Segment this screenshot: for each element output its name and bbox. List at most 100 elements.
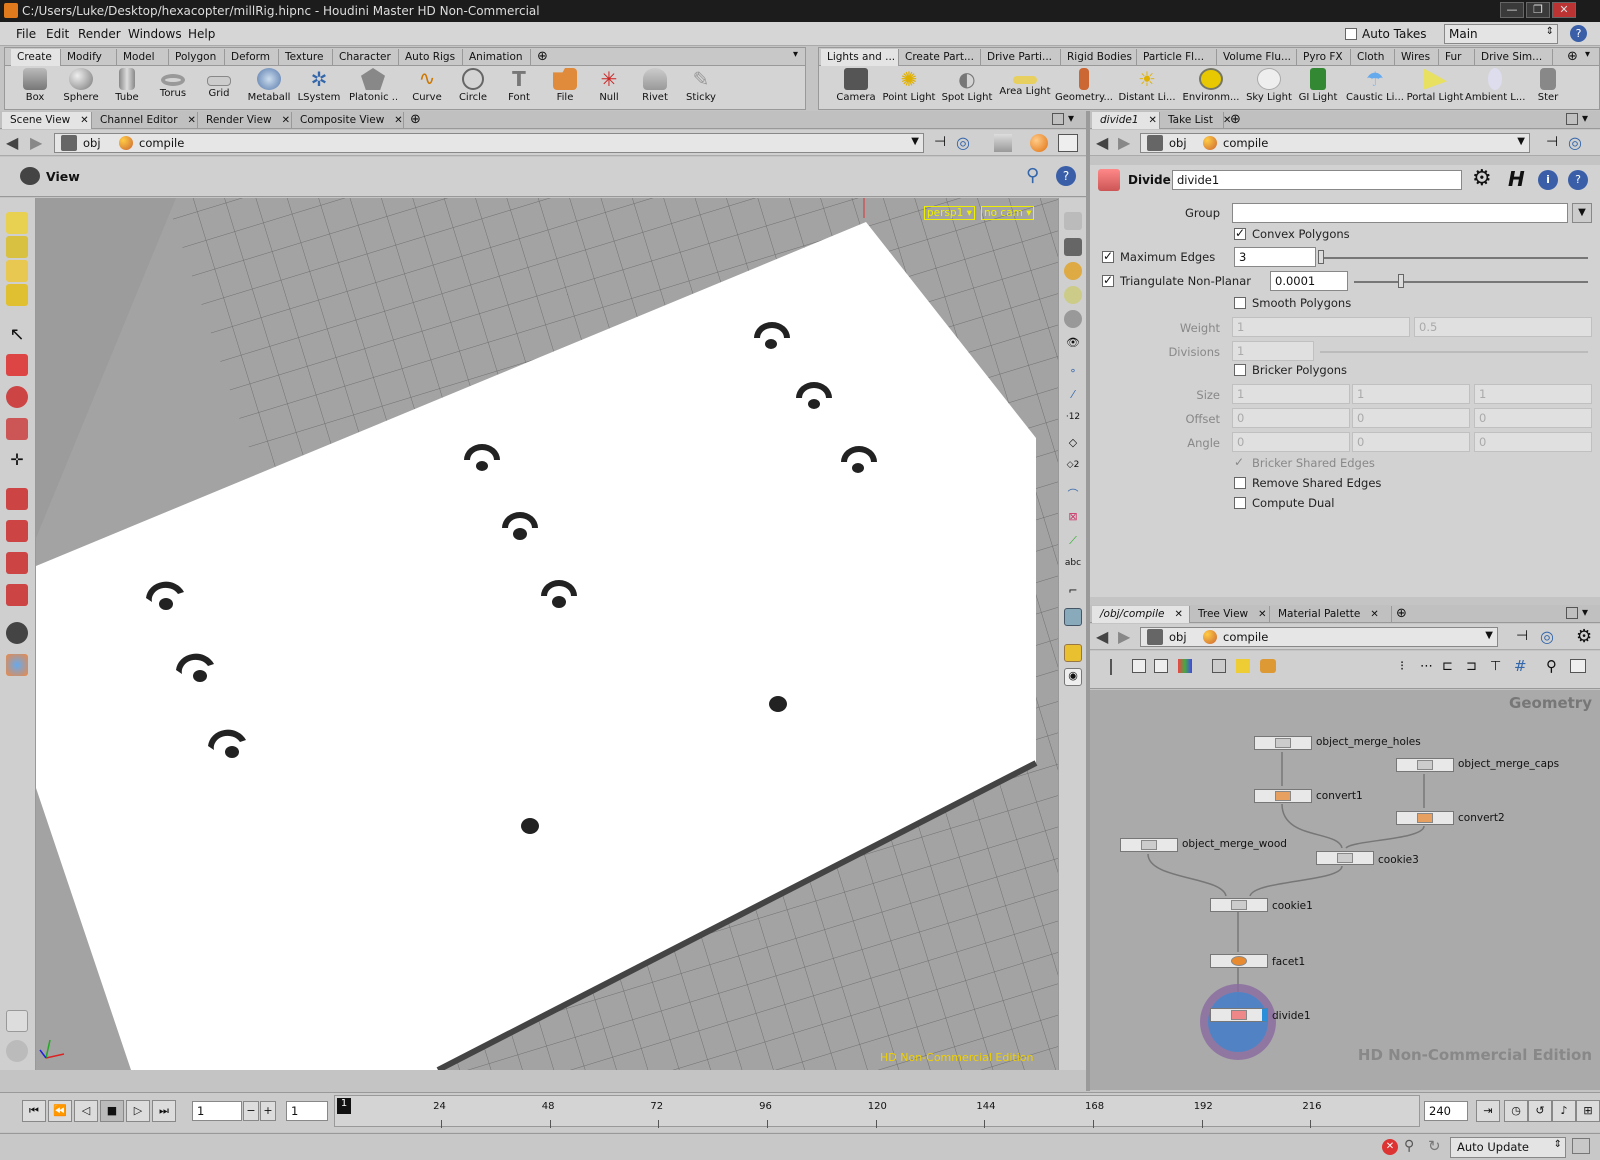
- list-icon[interactable]: [1132, 659, 1146, 673]
- menu-edit[interactable]: Edit: [46, 27, 69, 41]
- maximize-pane-icon[interactable]: [1052, 113, 1064, 125]
- tool-stereo-camera[interactable]: Ster: [1531, 68, 1565, 110]
- tool-sticky[interactable]: ✎ Sticky: [677, 68, 725, 110]
- grid-icon[interactable]: #: [1514, 657, 1527, 675]
- triangulate-slider[interactable]: [1354, 281, 1588, 283]
- shelf-tab-animation[interactable]: Animation: [463, 49, 531, 66]
- tool-point-light[interactable]: ✺ Point Light: [881, 68, 937, 110]
- back-arrow-icon[interactable]: ◀: [1096, 627, 1108, 646]
- select-prims-icon[interactable]: [6, 260, 28, 282]
- path-crumb-compile[interactable]: compile: [1223, 630, 1268, 644]
- audio-button[interactable]: ♪: [1552, 1100, 1576, 1122]
- param-path-field[interactable]: obj compile ▼: [1140, 133, 1530, 153]
- tool-curve[interactable]: ∿ Curve: [403, 68, 451, 110]
- display-options-icon[interactable]: [1064, 212, 1082, 230]
- shading-icon[interactable]: [994, 134, 1012, 152]
- shelf-tab-polygon[interactable]: Polygon: [169, 49, 225, 66]
- shelf-tab-drive-particles[interactable]: Drive Parti...: [981, 49, 1061, 66]
- menu-help[interactable]: Help: [188, 27, 215, 41]
- node-convert1[interactable]: [1254, 789, 1312, 803]
- shelf-tab-cloth[interactable]: Cloth: [1351, 49, 1395, 66]
- close-tab-icon[interactable]: ✕: [394, 115, 402, 126]
- divisions-slider[interactable]: [1320, 351, 1588, 353]
- magnet-icon[interactable]: [6, 488, 28, 510]
- point-numbers-icon[interactable]: ·12: [1064, 412, 1082, 430]
- viewport-layout-icon[interactable]: [1064, 644, 1082, 662]
- add-shelf-icon[interactable]: ⊕: [537, 49, 548, 64]
- tool-null[interactable]: ✳ Null: [585, 68, 633, 110]
- layers-icon[interactable]: [6, 1010, 28, 1032]
- close-tab-icon[interactable]: ✕: [282, 115, 290, 126]
- triangulate-field[interactable]: 0.0001: [1270, 271, 1348, 291]
- gear-icon[interactable]: ⚙: [1472, 168, 1492, 190]
- end-frame-field[interactable]: 240: [1424, 1101, 1468, 1121]
- pointer-icon[interactable]: ↖: [6, 324, 28, 346]
- refresh-icon[interactable]: ↻: [1428, 1137, 1441, 1155]
- triangulate-toggle[interactable]: [1102, 273, 1114, 287]
- node-name-field[interactable]: divide1: [1172, 170, 1462, 190]
- network-editor[interactable]: Geometry object_merge_holes object_merge…: [1090, 690, 1600, 1090]
- smooth-polygons-checkbox[interactable]: [1234, 297, 1246, 309]
- add-shelf-icon[interactable]: ⊕: [1567, 49, 1578, 64]
- compute-dual-checkbox[interactable]: [1234, 497, 1246, 509]
- tool-tube[interactable]: Tube: [103, 68, 151, 110]
- axes-icon[interactable]: ⟋: [1064, 534, 1082, 552]
- text-display-icon[interactable]: abc: [1064, 558, 1082, 576]
- help-icon[interactable]: ?: [1570, 25, 1587, 42]
- tool-distant-light[interactable]: ☀ Distant Li...: [1117, 68, 1177, 110]
- shelf-tab-model[interactable]: Model: [117, 49, 169, 66]
- cam-menu[interactable]: no cam ▾: [981, 206, 1035, 220]
- frame-increment-button[interactable]: +: [260, 1101, 276, 1121]
- tool-ambient-light[interactable]: Ambient L...: [1465, 68, 1525, 110]
- view-tool-icon[interactable]: [20, 167, 40, 185]
- help-icon[interactable]: ?: [1056, 166, 1076, 186]
- back-arrow-icon[interactable]: ◀: [1096, 133, 1108, 152]
- node-cookie3[interactable]: [1316, 851, 1374, 865]
- sphere-shade-icon[interactable]: [1064, 310, 1082, 328]
- weight-field-1[interactable]: 1: [1232, 317, 1410, 337]
- step-back-button[interactable]: ⏪: [48, 1100, 72, 1122]
- uv-display-icon[interactable]: ⊠: [1064, 510, 1082, 528]
- tool-rivet[interactable]: Rivet: [631, 68, 679, 110]
- shelf-tab-auto-rigs[interactable]: Auto Rigs: [399, 49, 463, 66]
- chevron-down-icon[interactable]: ▼: [911, 136, 919, 147]
- tool-camera[interactable]: Camera: [833, 68, 879, 110]
- color-palette-icon[interactable]: [1178, 659, 1192, 673]
- background-icon[interactable]: [1058, 134, 1078, 152]
- shelf-menu-icon[interactable]: ▾: [1585, 49, 1590, 60]
- tab-divide1[interactable]: divide1 ✕: [1092, 112, 1160, 129]
- point-display-icon[interactable]: ∘: [1064, 364, 1082, 382]
- network-path-field[interactable]: obj compile ▼: [1140, 627, 1498, 647]
- angle-z-field[interactable]: 0: [1474, 432, 1592, 452]
- network-box-icon[interactable]: [1212, 659, 1226, 673]
- jump-end-button[interactable]: ⏭: [152, 1100, 176, 1122]
- current-frame-field[interactable]: 1: [192, 1101, 242, 1121]
- auto-takes-checkbox[interactable]: [1345, 28, 1357, 40]
- tool-spot-light[interactable]: ◐ Spot Light: [939, 68, 995, 110]
- visibility-icon[interactable]: 👁: [1064, 336, 1082, 354]
- shelf-tab-fur[interactable]: Fur: [1439, 49, 1475, 66]
- forward-arrow-icon[interactable]: ▶: [1118, 627, 1130, 646]
- prim-normal-icon[interactable]: ◇: [1064, 436, 1082, 454]
- shelf-tab-wires[interactable]: Wires: [1395, 49, 1439, 66]
- gear-icon[interactable]: ⚙: [1576, 626, 1592, 647]
- select-edges-icon[interactable]: [6, 236, 28, 258]
- shelf-tab-rigid-bodies[interactable]: Rigid Bodies: [1061, 49, 1137, 66]
- camera-icon[interactable]: [1064, 238, 1082, 256]
- tool-geometry-light[interactable]: Geometry...: [1055, 68, 1113, 110]
- max-edges-slider-knob[interactable]: [1318, 250, 1324, 264]
- close-tab-icon[interactable]: ✕: [1149, 115, 1157, 126]
- pane-menu-icon[interactable]: ▾: [1582, 111, 1588, 125]
- offset-x-field[interactable]: 0: [1232, 408, 1350, 428]
- pin-icon[interactable]: ⊣: [1546, 134, 1558, 150]
- path-crumb-compile[interactable]: compile: [1223, 136, 1268, 150]
- node-divide1[interactable]: [1210, 1008, 1268, 1022]
- scale-tool-icon[interactable]: [6, 418, 28, 440]
- desktop-select[interactable]: Main ⇕: [1444, 24, 1558, 44]
- tool-circle[interactable]: Circle: [449, 68, 497, 110]
- node-facet1[interactable]: [1210, 954, 1268, 968]
- max-edges-toggle[interactable]: [1102, 249, 1114, 263]
- tree-icon[interactable]: [1110, 659, 1124, 675]
- link-icon[interactable]: ◎: [956, 133, 970, 152]
- preview-icon[interactable]: [1570, 659, 1586, 673]
